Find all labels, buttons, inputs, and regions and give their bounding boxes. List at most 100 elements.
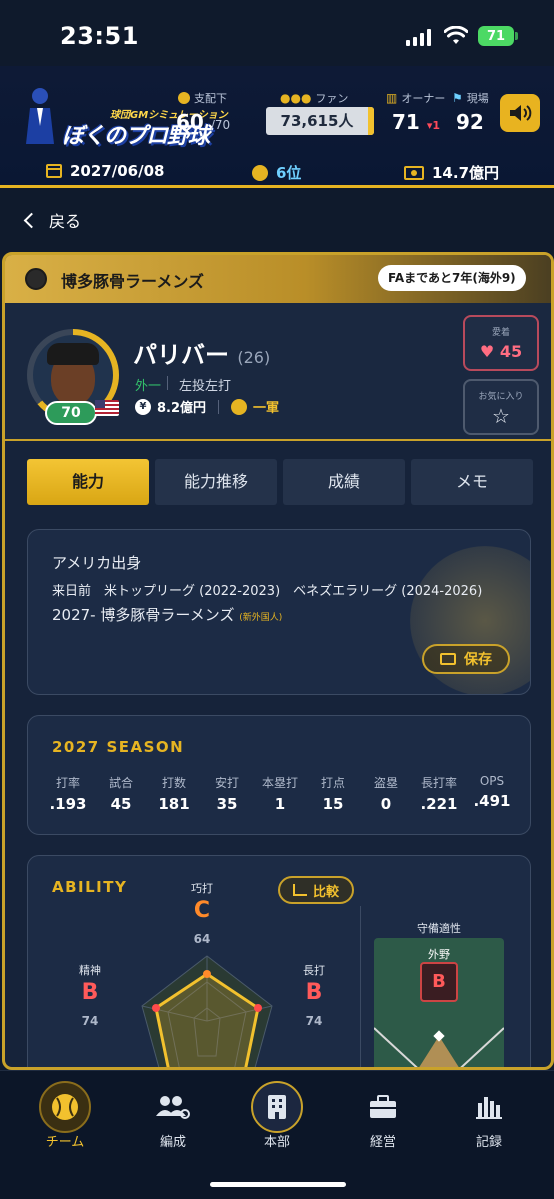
- stat-label: 本塁打: [261, 776, 298, 790]
- divider: [167, 376, 168, 390]
- tab-bar: 能力 能力推移 成績 メモ: [27, 459, 533, 505]
- save-button[interactable]: 保存: [422, 644, 510, 674]
- clock: 23:51: [60, 22, 139, 50]
- stat-avg: 打率 .193: [44, 774, 92, 813]
- season-stats-row: 打率 .193 試合 45 打数 181 安打 35 本塁打 1 打点 15 盗塁 0 長打率…: [44, 774, 516, 813]
- tab-ability-trend[interactable]: 能力推移: [155, 459, 277, 505]
- stat-label: 安打: [214, 776, 239, 790]
- us-flag-icon: [95, 400, 119, 416]
- team-name: 博多豚骨ラーメンズ: [61, 272, 205, 291]
- fans-value: 73,615人: [280, 112, 354, 130]
- stat-label: 長打率: [420, 776, 457, 790]
- star-icon: ☆: [492, 404, 510, 428]
- affection-button[interactable]: 愛着 ♥ 45: [463, 315, 539, 371]
- nav-records-label: 記録: [475, 1135, 502, 1150]
- stat-home-runs: 本塁打 1: [256, 774, 304, 813]
- overall-badge: 70: [45, 401, 97, 425]
- cellular-signal-icon: [406, 28, 431, 46]
- control-count: 60 /70: [176, 110, 230, 134]
- nav-team[interactable]: チーム: [10, 1071, 120, 1171]
- career-text: 2027- 博多豚骨ラーメンズ: [52, 606, 235, 624]
- stat-value: 1: [274, 795, 286, 813]
- team-banner: 博多豚骨ラーメンズ FAまであと7年(海外9): [5, 255, 551, 303]
- affection-value-row: ♥ 45: [465, 342, 537, 361]
- contact-grade: C: [193, 898, 211, 923]
- affection-value: 45: [499, 342, 523, 361]
- nav-management[interactable]: 経営: [328, 1071, 438, 1171]
- stat-slg: 長打率 .221: [415, 774, 463, 813]
- affection-label: 愛着: [491, 328, 510, 338]
- ability-panel: ABILITY 比較 巧打 C 64 精神 B 74 長打 B 74 守備適性: [27, 855, 531, 1067]
- bottom-nav: チーム 編成 本部 経営 記録: [0, 1070, 554, 1199]
- runner-icon: ⚑: [452, 91, 463, 105]
- stat-rbi: 打点 15: [309, 774, 357, 813]
- player-card: 博多豚骨ラーメンズ FAまであと7年(海外9) 70 パリバー (26) 外一 …: [2, 252, 554, 1070]
- control-label-text: 支配下: [194, 92, 227, 105]
- back-button[interactable]: 戻る: [22, 208, 81, 232]
- mental-grade: B: [81, 980, 99, 1005]
- nav-hq[interactable]: 本部: [222, 1071, 332, 1171]
- player-handedness: 左投左打: [179, 379, 232, 394]
- defense-grade: B: [420, 962, 458, 1002]
- avatar-hair: [47, 343, 99, 365]
- prior-leagues-text: 来日前 米トップリーグ (2022-2023) ベネズエラリーグ (2024-2…: [52, 584, 483, 599]
- funds-text: 14.7億円: [432, 164, 500, 182]
- contact-label: 巧打: [191, 882, 213, 895]
- baseball-icon: [231, 398, 248, 415]
- gm-figure-icon: [26, 88, 54, 144]
- people-gear-icon: [147, 1081, 199, 1133]
- rank-display: 6位: [252, 162, 301, 183]
- player-salary-row: ¥ 8.2億円 一軍: [135, 397, 279, 416]
- power-grade: B: [305, 980, 323, 1005]
- nav-records[interactable]: 記録: [434, 1071, 544, 1171]
- line-chart-icon: [292, 884, 307, 896]
- mental-label: 精神: [79, 964, 101, 977]
- owner-change: ▾1: [426, 119, 440, 132]
- briefcase-icon: [357, 1081, 409, 1133]
- nav-hq-label: 本部: [263, 1135, 290, 1150]
- stat-value: .221: [420, 795, 458, 813]
- speaker-icon: [510, 105, 532, 121]
- power-value: 74: [305, 1014, 323, 1028]
- field-value: 92: [456, 110, 484, 134]
- home-indicator[interactable]: [210, 1182, 346, 1187]
- bar-chart-icon: [463, 1081, 515, 1133]
- stat-value: 181: [158, 795, 190, 813]
- nav-team-label: チーム: [45, 1135, 85, 1150]
- compare-button[interactable]: 比較: [278, 876, 354, 904]
- yen-icon: ¥: [135, 398, 151, 415]
- divider: [218, 399, 220, 414]
- battery-tip: [515, 32, 518, 40]
- origin-text: アメリカ出身: [52, 554, 142, 572]
- fans-bar: 73,615人: [266, 107, 374, 135]
- stat-value: .491: [473, 792, 511, 810]
- defense-position: 外野: [428, 948, 450, 961]
- player-roster: 一軍: [253, 401, 280, 416]
- tab-ability[interactable]: 能力: [27, 459, 149, 505]
- stat-games: 試合 45: [97, 774, 145, 813]
- nav-roster[interactable]: 編成: [118, 1071, 228, 1171]
- power-label: 長打: [303, 964, 325, 977]
- owner-label: ▥ オーナー: [386, 90, 445, 106]
- stat-label: OPS: [479, 774, 505, 788]
- funds-display: 14.7億円: [404, 162, 499, 183]
- owner-label-text: オーナー: [401, 92, 446, 105]
- favorite-button[interactable]: お気に入り ☆: [463, 379, 539, 435]
- nav-management-label: 経営: [369, 1135, 396, 1150]
- tab-memo[interactable]: メモ: [411, 459, 533, 505]
- tab-stats[interactable]: 成績: [283, 459, 405, 505]
- game-logo: 球団GMシミュレーション ぼくのプロ野球: [18, 78, 228, 150]
- building-icon: [251, 1081, 303, 1133]
- sound-button[interactable]: [500, 94, 540, 132]
- player-name: パリバー: [133, 341, 229, 369]
- stat-value: 35: [216, 795, 238, 813]
- stat-label: 試合: [108, 776, 133, 790]
- stat-value: 0: [380, 795, 392, 813]
- game-header: 球団GMシミュレーション ぼくのプロ野球 支配下 60 /70 ●●● ファン …: [0, 66, 554, 188]
- season-title: 2027 SEASON: [52, 738, 185, 756]
- contact-value: 64: [193, 932, 211, 946]
- money-icon: [404, 165, 424, 180]
- status-bar: 23:51 71: [0, 0, 554, 66]
- stat-value: 45: [110, 795, 132, 813]
- fans-label-text: ファン: [315, 92, 349, 105]
